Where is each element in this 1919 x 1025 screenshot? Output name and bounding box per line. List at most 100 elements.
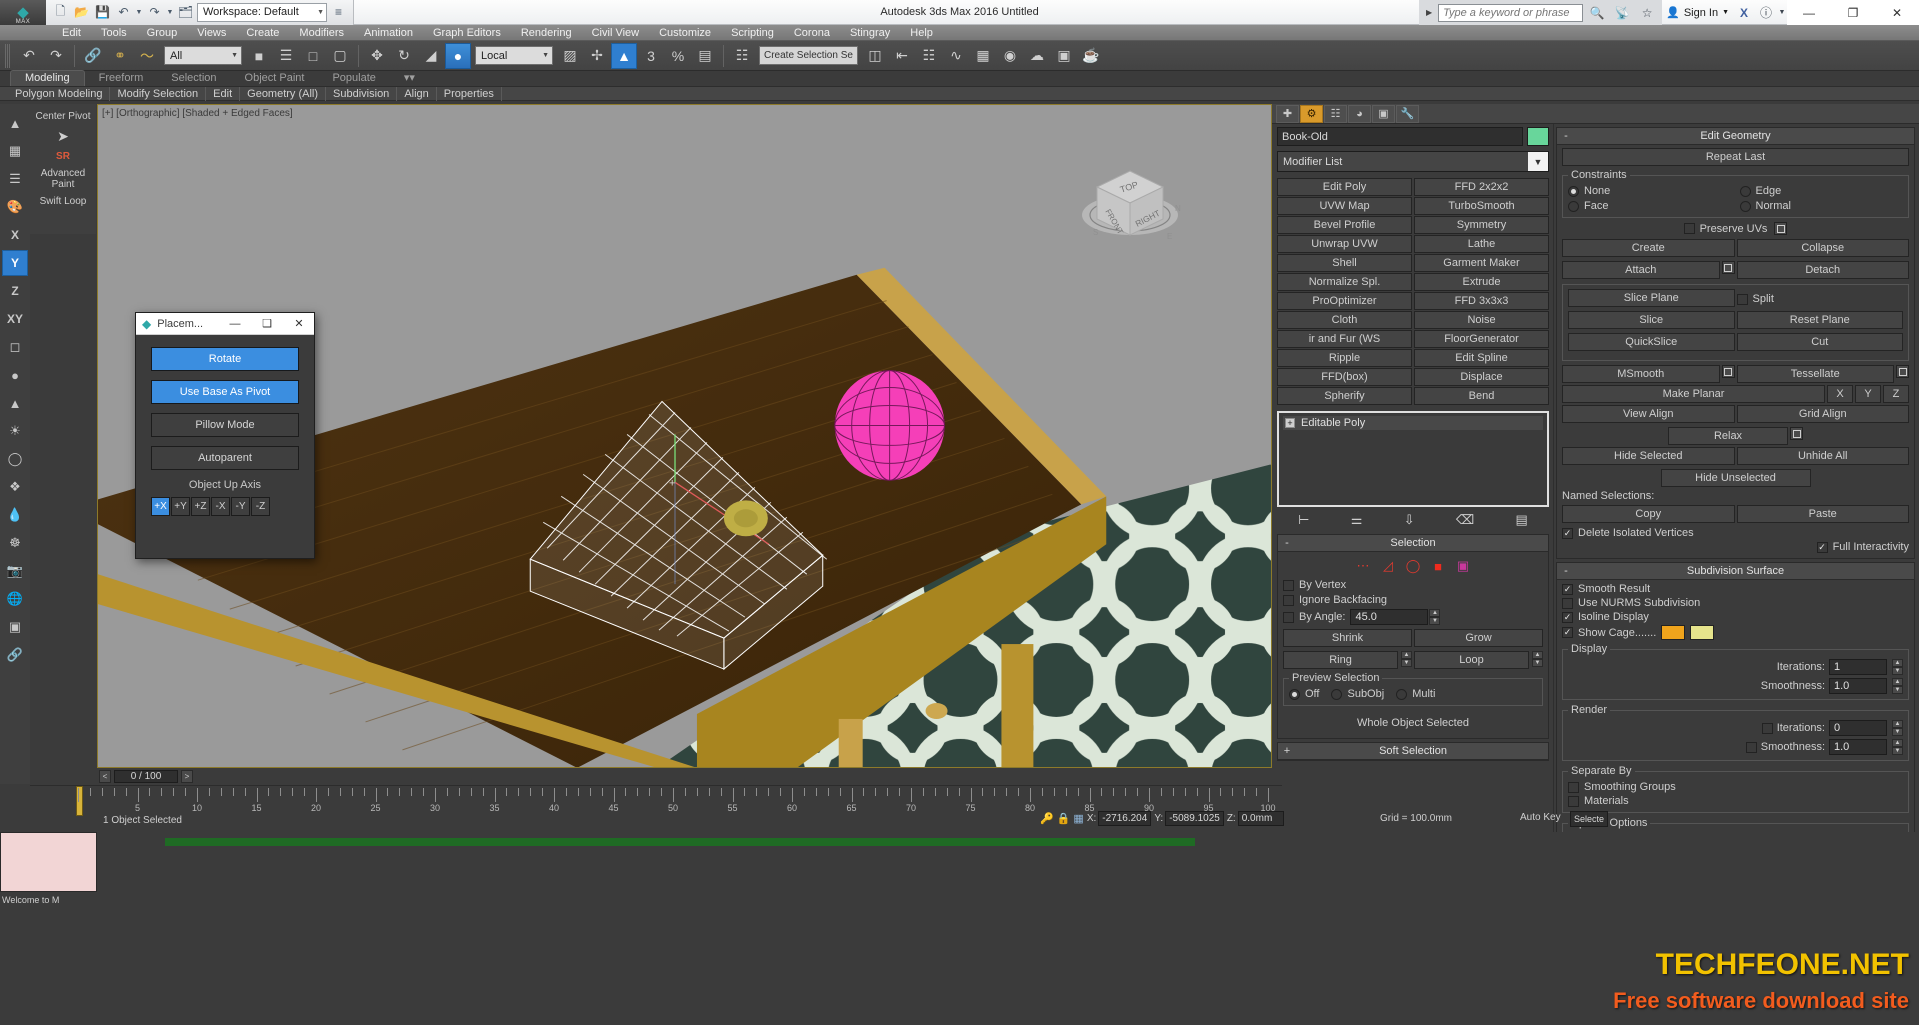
close-button[interactable]: ✕ (1875, 0, 1919, 25)
ring-button[interactable]: Ring (1283, 651, 1398, 669)
app-logo[interactable]: ◆ MAX (0, 0, 46, 25)
schematic-view-icon[interactable]: ▦ (970, 43, 996, 69)
menu-item-group[interactable]: Group (137, 25, 188, 41)
pivot-arrow-icon[interactable]: ➤ (32, 125, 94, 148)
expand-plus-icon[interactable]: + (1285, 418, 1295, 428)
modifier-button-bevel-profile[interactable]: Bevel Profile (1277, 216, 1412, 234)
transform-type-in-icon[interactable]: ▦ (1073, 812, 1083, 825)
exchange-app-store-icon[interactable]: X (1733, 0, 1755, 25)
object-up-axis-plusminus-y[interactable]: +Y (171, 497, 190, 516)
advanced-paint-button[interactable]: Advanced Paint (32, 165, 94, 193)
preserve-uvs-settings-icon[interactable] (1774, 222, 1788, 235)
menu-item-graph-editors[interactable]: Graph Editors (423, 25, 511, 41)
torus-icon[interactable]: ◯ (2, 446, 28, 472)
y-value[interactable]: -5089.1025 (1165, 811, 1224, 826)
percent-snap-icon[interactable]: % (665, 43, 691, 69)
spinner-buttons[interactable]: ▲ ▼ (1892, 659, 1903, 675)
render-iterations-checkbox[interactable] (1761, 722, 1773, 734)
modifier-button-prooptimizer[interactable]: ProOptimizer (1277, 292, 1412, 310)
utilities-tab[interactable]: 🔧 (1396, 104, 1419, 123)
ribbon-options-dropdown-icon[interactable]: ▾▾ (390, 71, 429, 86)
smoothing-groups-checkbox[interactable]: Smoothing Groups (1568, 781, 1903, 793)
unhide-all-button[interactable]: Unhide All (1736, 447, 1909, 465)
show-end-result-icon[interactable]: ⚌ (1351, 512, 1363, 528)
modifier-button-symmetry[interactable]: Symmetry (1414, 216, 1549, 234)
help-dropdown-icon[interactable]: ▼ (1777, 0, 1787, 25)
subdivision-surface-header[interactable]: - Subdivision Surface (1557, 563, 1914, 580)
modifier-list-dropdown[interactable]: Modifier List ▼ (1277, 151, 1549, 172)
use-pivot-point-center-icon[interactable]: ▨ (557, 43, 583, 69)
menu-item-create[interactable]: Create (236, 25, 289, 41)
use-nurms-checkbox[interactable]: Use NURMS Subdivision (1562, 597, 1909, 609)
display-tab[interactable]: ▣ (1372, 104, 1395, 123)
show-cage-checkbox[interactable]: Show Cage....... (1562, 627, 1656, 639)
help-icon[interactable]: ⓘ (1755, 0, 1777, 25)
create-tab[interactable]: ✚ (1276, 104, 1299, 123)
open-folder-icon[interactable]: 📂 (72, 3, 91, 22)
view-cube[interactable]: TOP FRONT RIGHT N S E (1075, 153, 1185, 253)
modifier-button-garment-maker[interactable]: Garment Maker (1414, 254, 1549, 272)
bind-to-space-warp-icon[interactable]: 〜 (134, 43, 160, 69)
preview-subobj-radio[interactable]: SubObj (1331, 688, 1384, 700)
globe-icon[interactable]: 🌐 (2, 586, 28, 612)
attach-settings-icon[interactable] (1721, 261, 1735, 274)
window-crossing-icon[interactable]: ▢ (327, 43, 353, 69)
placement-dialog[interactable]: ◆ Placem... — ❑ ✕ Rotate Use Base As Piv… (135, 312, 315, 559)
ignore-backfacing-checkbox[interactable]: Ignore Backfacing (1283, 594, 1543, 606)
curve-editor-icon[interactable]: ∿ (943, 43, 969, 69)
render-smoothness-value[interactable]: 1.0 (1829, 739, 1887, 755)
object-up-axis-plusminus-x[interactable]: +X (151, 497, 170, 516)
unlink-selection-icon[interactable]: ⚭ (107, 43, 133, 69)
sign-in-button[interactable]: 👤 Sign In ▼ (1662, 6, 1733, 20)
redo-icon[interactable]: ↷ (145, 3, 164, 22)
modifier-button-edit-poly[interactable]: Edit Poly (1277, 178, 1412, 196)
menu-item-help[interactable]: Help (900, 25, 943, 41)
element-icon[interactable]: ▣ (1454, 558, 1472, 574)
paste-button[interactable]: Paste (1736, 505, 1909, 523)
isoline-display-checkbox[interactable]: Isoline Display (1562, 611, 1909, 623)
project-folder-icon[interactable]: 🗂 (176, 3, 195, 22)
constraint-edge-radio[interactable]: Edge (1739, 185, 1904, 197)
display-iterations-value[interactable]: 1 (1829, 659, 1887, 675)
object-name-field[interactable]: Book-Old (1277, 127, 1523, 146)
hide-unselected-button[interactable]: Hide Unselected (1660, 469, 1811, 487)
soft-selection-rollout-header[interactable]: + Soft Selection (1278, 743, 1548, 760)
minimize-button[interactable]: — (1787, 0, 1831, 25)
rendered-frame-window-icon[interactable]: ▣ (1051, 43, 1077, 69)
display-smoothness-value[interactable]: 1.0 (1829, 678, 1887, 694)
menu-item-animation[interactable]: Animation (354, 25, 423, 41)
autoparent-button[interactable]: Autoparent (151, 446, 299, 470)
edit-named-selection-sets-icon[interactable]: ☷ (729, 43, 755, 69)
modifier-button-ffd-2x2x2[interactable]: FFD 2x2x2 (1414, 178, 1549, 196)
constraint-normal-radio[interactable]: Normal (1739, 200, 1904, 212)
search-input[interactable] (1438, 3, 1584, 22)
materials-checkbox[interactable]: Materials (1568, 795, 1903, 807)
menu-item-scripting[interactable]: Scripting (721, 25, 784, 41)
cage-color-swatch-2[interactable] (1690, 625, 1715, 640)
hide-selected-button[interactable]: Hide Selected (1562, 447, 1735, 465)
ribbon-tab-freeform[interactable]: Freeform (85, 71, 158, 86)
hierarchy-tab[interactable]: ☷ (1324, 104, 1347, 123)
remove-modifier-icon[interactable]: ⌫ (1456, 512, 1474, 528)
dialog-minimize-button[interactable]: — (222, 314, 248, 334)
slice-button[interactable]: Slice (1568, 311, 1735, 329)
grid-icon[interactable]: ▦ (2, 138, 28, 164)
prev-frame-button[interactable]: < (99, 769, 111, 783)
create-button[interactable]: Create (1562, 239, 1735, 257)
modifier-button-ffd-3x3x3[interactable]: FFD 3x3x3 (1414, 292, 1549, 310)
qat-customize-icon[interactable]: ≡ (329, 3, 348, 22)
undo-icon[interactable]: ↶ (114, 3, 133, 22)
modifier-button-unwrap-uvw[interactable]: Unwrap UVW (1277, 235, 1412, 253)
helper-icon[interactable]: ☸ (2, 530, 28, 556)
named-selection-sets-field[interactable]: Create Selection Se (759, 46, 858, 65)
box-icon[interactable]: ◻ (2, 334, 28, 360)
modifier-stack-item[interactable]: + Editable Poly (1283, 416, 1543, 430)
modifier-button-lathe[interactable]: Lathe (1414, 235, 1549, 253)
grid-align-button[interactable]: Grid Align (1736, 405, 1909, 423)
menu-item-tools[interactable]: Tools (91, 25, 137, 41)
ribbon-subtab-polygon-modeling[interactable]: Polygon Modeling (8, 86, 111, 101)
edit-geometry-header[interactable]: - Edit Geometry (1557, 128, 1914, 145)
grow-button[interactable]: Grow (1414, 629, 1543, 647)
loop-button[interactable]: Loop (1414, 651, 1529, 669)
polygon-icon[interactable]: ■ (1429, 558, 1447, 574)
